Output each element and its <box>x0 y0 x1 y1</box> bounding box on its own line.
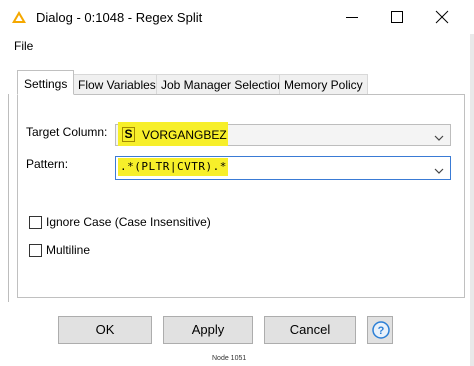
multiline-label[interactable]: Multiline <box>46 243 90 257</box>
string-type-icon: S <box>122 127 135 142</box>
target-column-label: Target Column: <box>26 125 108 139</box>
help-icon: ? <box>372 321 390 339</box>
tab-memory-policy[interactable]: Memory Policy <box>279 74 368 94</box>
pattern-value[interactable]: .*(PLTR|CVTR).* <box>120 160 227 173</box>
cancel-button[interactable]: Cancel <box>264 316 356 344</box>
pattern-label: Pattern: <box>26 157 69 171</box>
tab-job-manager-selection[interactable]: Job Manager Selection <box>156 74 289 94</box>
background-node-label: Node 1051 <box>212 355 247 362</box>
chevron-down-icon[interactable] <box>434 164 444 178</box>
menu-bar: File <box>0 36 474 56</box>
ignore-case-checkbox[interactable] <box>29 216 42 229</box>
svg-text:?: ? <box>378 325 385 337</box>
minimize-button[interactable] <box>330 0 374 34</box>
target-column-value: VORGANGBEZ <box>142 128 227 142</box>
window-title: Dialog - 0:1048 - Regex Split <box>36 10 203 25</box>
chevron-down-icon <box>434 131 444 145</box>
maximize-button[interactable] <box>375 0 419 34</box>
tab-flow-variables[interactable]: Flow Variables <box>73 74 161 94</box>
knime-warning-icon <box>12 11 26 23</box>
help-button[interactable]: ? <box>367 316 393 344</box>
apply-button[interactable]: Apply <box>163 316 253 344</box>
ok-button[interactable]: OK <box>58 316 152 344</box>
title-bar[interactable]: Dialog - 0:1048 - Regex Split <box>0 0 474 34</box>
multiline-checkbox[interactable] <box>29 244 42 257</box>
ignore-case-label[interactable]: Ignore Case (Case Insensitive) <box>46 215 211 229</box>
close-button[interactable] <box>420 0 464 34</box>
menu-file[interactable]: File <box>14 39 33 53</box>
tab-settings[interactable]: Settings <box>17 70 75 95</box>
